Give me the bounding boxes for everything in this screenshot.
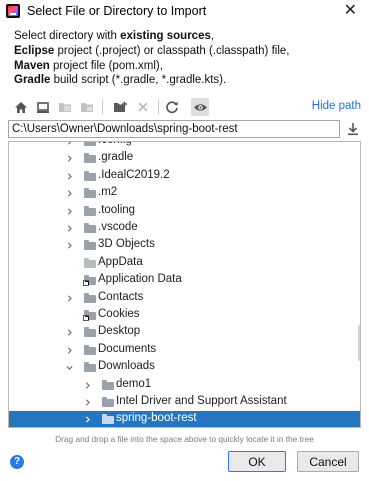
description-line-2: Eclipse project (.project) or classpath …	[14, 44, 290, 57]
directory-tree[interactable]: spring-boot-rest Intel Driver and Support…	[8, 141, 361, 428]
tree-item-label: .tooling	[98, 203, 136, 216]
chevron-right-icon[interactable]	[66, 346, 73, 355]
tree-item-label: 3D Objects	[98, 238, 155, 251]
tree-item-label: demo1	[116, 377, 152, 390]
module-folder-icon	[78, 98, 96, 116]
delete-icon	[134, 98, 152, 116]
tree-row[interactable]: Downloads	[9, 359, 360, 376]
folder-icon	[84, 344, 96, 355]
folder-icon	[84, 205, 96, 216]
tree-row[interactable]: Application Data	[9, 272, 360, 289]
folder-icon	[84, 223, 96, 233]
tree-item-label: .IdealC2019.2	[98, 168, 170, 181]
title-bar: Select File or Directory to Import ✕	[0, 0, 369, 24]
folder-icon	[84, 188, 96, 199]
folder-icon	[84, 327, 96, 338]
toolbar-separator	[158, 100, 159, 114]
folder-icon	[102, 414, 114, 425]
chevron-right-icon[interactable]	[66, 207, 73, 216]
chevron-right-icon[interactable]	[66, 189, 73, 198]
close-icon[interactable]: ✕	[344, 1, 357, 21]
tree-item-label: Intel Driver and Support Assistant	[116, 395, 287, 407]
folder-icon	[84, 362, 96, 373]
tree-row-selected[interactable]: spring-boot-rest	[9, 411, 360, 427]
tree-item-label: .vscode	[98, 221, 138, 233]
new-folder-icon[interactable]	[111, 98, 129, 116]
tree-row[interactable]: .config	[9, 141, 360, 150]
download-icon[interactable]	[345, 121, 361, 137]
chevron-right-icon[interactable]	[66, 224, 73, 233]
show-hidden-icon[interactable]	[191, 98, 209, 116]
tree-item-label: Cookies	[98, 308, 140, 320]
tree-item-label: Application Data	[98, 273, 182, 286]
tree-row[interactable]: 3D Objects	[9, 237, 360, 254]
hide-path-link[interactable]: Hide path	[312, 100, 361, 112]
desktop-icon[interactable]	[34, 98, 52, 116]
tree-row[interactable]: .IdealC2019.2	[9, 168, 360, 185]
tree-row[interactable]: demo1	[9, 377, 360, 394]
folder-shortcut-icon	[83, 275, 96, 287]
folder-icon	[84, 292, 96, 303]
tree-item-label: Desktop	[98, 325, 141, 338]
toolbar-separator	[102, 100, 103, 114]
ok-button[interactable]: OK	[228, 451, 286, 472]
description-line-4: Gradle build script (*.gradle, *.gradle.…	[14, 74, 227, 87]
tree-row[interactable]: .m2	[9, 185, 360, 202]
folder-icon	[84, 240, 96, 251]
tree-item-label: .config	[98, 142, 132, 146]
drag-drop-hint: Drag and drop a file into the space abov…	[55, 434, 314, 444]
tree-item-label: .gradle	[98, 151, 134, 164]
chevron-right-icon[interactable]	[66, 294, 73, 303]
chevron-right-icon[interactable]	[84, 415, 91, 424]
path-input[interactable]	[9, 121, 339, 137]
tree-row[interactable]: .gradle	[9, 150, 360, 167]
home-icon[interactable]	[12, 98, 30, 116]
folder-icon	[84, 170, 96, 181]
description-line-3: Maven project file (pom.xml),	[14, 59, 163, 72]
tree-item-label: Contacts	[98, 290, 144, 303]
tree-item-label: AppData	[98, 255, 143, 268]
folder-icon	[102, 397, 114, 407]
folder-icon	[102, 379, 114, 390]
project-folder-icon	[56, 98, 74, 116]
intellij-app-icon	[6, 4, 20, 18]
chevron-right-icon[interactable]	[66, 328, 73, 337]
chevron-right-icon[interactable]	[84, 398, 91, 407]
folder-icon	[84, 153, 96, 164]
tree-row[interactable]: Intel Driver and Support Assistant	[9, 394, 360, 411]
import-description: Select directory with existing sources, …	[14, 29, 359, 88]
chevron-right-icon[interactable]	[66, 154, 73, 163]
cancel-button[interactable]: Cancel	[297, 451, 359, 472]
refresh-icon[interactable]	[163, 98, 181, 116]
tree-row[interactable]: Cookies	[9, 307, 360, 324]
folder-icon	[84, 257, 96, 268]
folder-icon	[84, 142, 96, 146]
chevron-right-icon[interactable]	[66, 141, 73, 146]
tree-item-label: Documents	[98, 342, 157, 355]
chevron-right-icon[interactable]	[66, 241, 73, 250]
tree-scrollbar-thumb[interactable]	[358, 325, 360, 361]
file-chooser-toolbar: Hide path	[8, 97, 361, 117]
description-line-1: Select directory with existing sources,	[14, 30, 215, 42]
tree-row[interactable]: .vscode	[9, 220, 360, 237]
tree-row[interactable]: Contacts	[9, 290, 360, 307]
folder-shortcut-icon	[83, 310, 96, 321]
tree-item-label: .m2	[98, 186, 118, 199]
window-title: Select File or Directory to Import	[27, 4, 207, 18]
chevron-right-icon[interactable]	[66, 172, 73, 181]
tree-row[interactable]: AppData	[9, 255, 360, 272]
tree-row[interactable]: Desktop	[9, 324, 360, 341]
help-icon[interactable]: ?	[10, 455, 24, 469]
chevron-right-icon[interactable]	[84, 381, 91, 390]
tree-item-label: spring-boot-rest	[116, 412, 197, 425]
path-field[interactable]	[8, 120, 340, 138]
tree-row[interactable]: .tooling	[9, 203, 360, 220]
tree-row[interactable]: Documents	[9, 342, 360, 359]
chevron-down-icon[interactable]	[66, 363, 73, 372]
tree-item-label: Downloads	[98, 360, 155, 373]
